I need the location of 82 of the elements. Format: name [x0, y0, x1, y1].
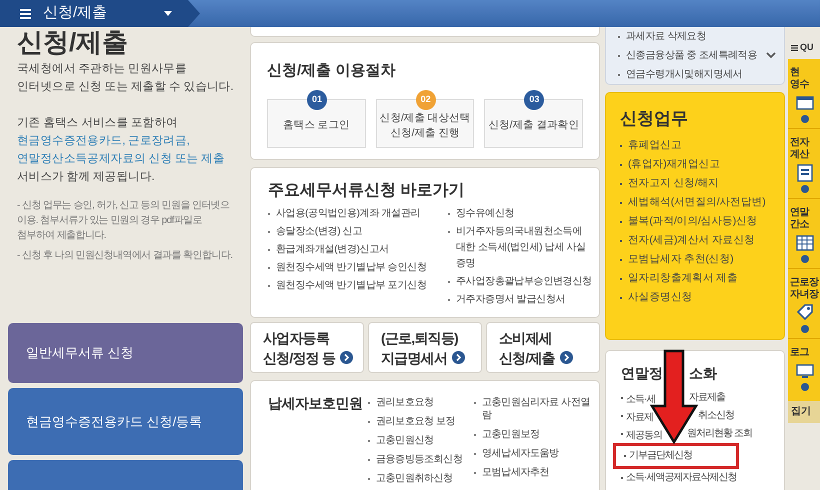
menu-icon: [20, 8, 31, 18]
quick-link[interactable]: 현 영수: [788, 59, 820, 129]
card-title: 주요세무서류신청 바로가기: [268, 181, 466, 201]
menu-link[interactable]: 모범납세자 추천(신청): [620, 250, 784, 269]
menu-link[interactable]: 자료제: [626, 412, 653, 423]
step-badge: 02: [416, 90, 436, 110]
menu-link[interactable]: 전자고지 신청/해지: [620, 174, 784, 193]
menu-link[interactable]: 고충민원보정: [474, 425, 594, 444]
quick-menu-title: QU: [800, 41, 814, 54]
highlight-text: 현금영수증전용카드, 근로장려금,: [17, 134, 190, 149]
step-label: 신청/제출 대상선택 신청/제출 진행: [380, 110, 470, 140]
card-title: 신청/제출 이용절차: [267, 61, 396, 81]
menu-link[interactable]: 소득·세: [626, 394, 656, 405]
service-link[interactable]: 소비제세 신청/제출: [486, 322, 600, 373]
note-text: - 신청 후 나의 민원신청내역에서 결과를 확인합니다.: [17, 249, 234, 263]
menu-link[interactable]: 제공동의: [626, 430, 662, 441]
step-badge: 01: [307, 90, 327, 110]
menu-link[interactable]: 세법해석(서면질의/사전답변): [620, 193, 784, 212]
quick-link[interactable]: 전자 계산: [788, 129, 820, 199]
menu-link[interactable]: 사실증명신청: [620, 288, 784, 307]
menu-link[interactable]: 사업용(공익법인용)계좌 개설관리: [268, 205, 440, 223]
caret-icon: [164, 11, 172, 16]
menu-link[interactable]: 기부금단체신청: [629, 449, 692, 463]
note-text: - 신청 업무는 승인, 허가, 신고 등의 민원을 인터넷으 이용. 첨부서류가 있는 민원의 경우 pdf파일로 첨부하여 제출합니다.: [17, 199, 231, 243]
page-heading: 신청/제출: [17, 27, 130, 57]
receipt-icon: [796, 94, 814, 112]
menu-link[interactable]: 과세자료 삭제요청: [618, 27, 766, 46]
menu-link[interactable]: 불복(과적/이의/심사등)신청: [620, 212, 784, 231]
menu-button[interactable]: 현금영수증전용카드 신청/등록: [8, 388, 243, 455]
menu-link[interactable]: 모범납세자추천: [474, 463, 594, 482]
card-title: 연말정: [621, 364, 664, 383]
menu-link[interactable]: 고충민원취하신청: [368, 469, 474, 488]
step-label: 홈택스 로그인: [282, 118, 350, 133]
menu-link[interactable]: 소득·세액공제자료삭제신청: [626, 471, 736, 485]
menu-link[interactable]: 일자리창출계획서 제출: [620, 269, 784, 288]
tag-icon: [796, 304, 814, 322]
quick-link[interactable]: 로그: [788, 339, 820, 401]
menu-link[interactable]: (휴업자)재개업신고: [620, 155, 784, 174]
chevron-down-icon: [766, 52, 776, 59]
menu-link[interactable]: 송달장소(변경) 신고: [268, 223, 440, 241]
step-label: 신청/제출 결과확인: [488, 118, 580, 133]
service-link[interactable]: 사업자등록 신청/정정 등: [250, 322, 364, 373]
table-icon: [796, 234, 814, 252]
menu-link[interactable]: 고충민원신청: [368, 431, 474, 450]
quick-link[interactable]: 연말 간소: [788, 199, 820, 269]
card-title: 신청업무: [620, 108, 689, 130]
menu-link[interactable]: 원처리현황 조회: [687, 427, 752, 441]
quick-link[interactable]: 근로장 자녀장: [788, 269, 820, 339]
menu-link[interactable]: 원천징수세액 반기별납부 승인신청: [268, 259, 440, 277]
document-icon: [796, 164, 814, 182]
menu-link[interactable]: 금융증빙등조회신청: [368, 450, 474, 469]
menu-icon: [791, 45, 798, 51]
highlight-text: 연말정산소득공제자료의 신청 또는 제출: [17, 152, 226, 167]
intro-text: 기존 홈택스 서비스를 포함하여: [17, 116, 179, 131]
menu-link[interactable]: 비거주자등의국내원천소득에 대한 소득세(법인세) 납세 사실증명: [448, 223, 593, 273]
menu-link[interactable]: 원천징수세액 반기별납부 포기신청: [268, 277, 440, 295]
menu-link[interactable]: 징수유예신청: [448, 205, 593, 223]
menu-link[interactable]: 휴폐업신고: [620, 136, 784, 155]
menu-link[interactable]: 권리보호요청 보정: [368, 412, 474, 431]
menu-link[interactable]: 주사업장총괄납부승인변경신청: [448, 273, 593, 291]
quick-menu-footer: 집기: [788, 401, 820, 423]
intro-text: 서비스가 함께 제공됩니다.: [17, 170, 156, 185]
menu-link[interactable]: 신종금융상품 중 조세특례적용: [618, 46, 766, 65]
monitor-icon: [796, 362, 814, 380]
menu-link[interactable]: 영세납세자도움방: [474, 444, 594, 463]
menu-bar[interactable]: 신청/제출: [0, 0, 200, 27]
service-link[interactable]: (근로,퇴직등) 지급명세서: [368, 322, 482, 373]
menu-button[interactable]: 일반세무서류 신청: [8, 323, 243, 383]
menu-link[interactable]: 환급계좌개설(변경)신고서: [268, 241, 440, 259]
intro-text: 국세청에서 주관하는 민원사무를 인터넷으로 신청 또는 제출할 수 있습니다.: [17, 62, 234, 95]
menu-button[interactable]: [8, 460, 243, 490]
menu-link[interactable]: 전자(세금)계산서 자료신청: [620, 231, 784, 250]
menu-link[interactable]: 고충민원심리자료 사전열람: [474, 393, 594, 425]
menu-link[interactable]: 연금수령개시및해지명세서: [618, 65, 766, 84]
card-title: 납세자보호민원: [268, 394, 364, 413]
menu-link[interactable]: 자료제출: [689, 391, 725, 405]
card-title: 소화: [689, 364, 717, 383]
menu-link[interactable]: 취소신청: [698, 409, 734, 423]
menu-link[interactable]: 거주자증명서 발급신청서: [448, 291, 593, 309]
menu-title: 신청/제출: [43, 3, 108, 24]
menu-link[interactable]: 권리보호요청: [368, 393, 474, 412]
step-badge: 03: [524, 90, 544, 110]
